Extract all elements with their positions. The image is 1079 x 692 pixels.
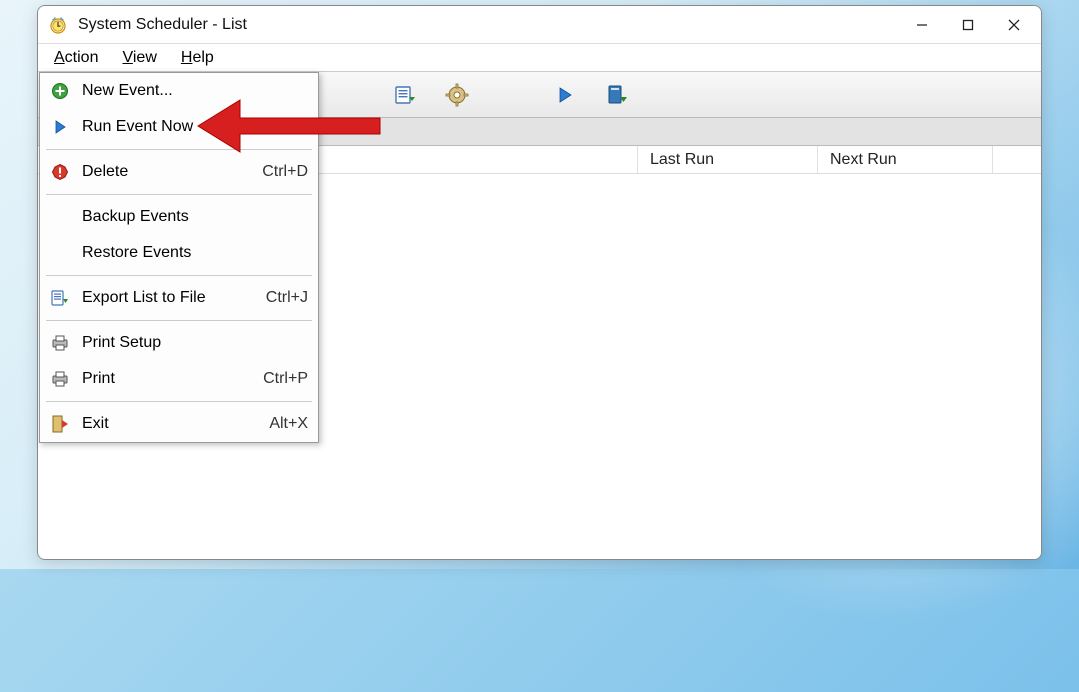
menu-print-setup-label: Print Setup — [82, 334, 308, 352]
menu-print[interactable]: Print Ctrl+P — [40, 361, 318, 397]
menu-print-setup[interactable]: Print Setup — [40, 325, 318, 361]
menu-export[interactable]: Export List to File Ctrl+J — [40, 280, 318, 316]
printer-icon — [48, 331, 72, 355]
menu-action[interactable]: Action — [42, 47, 110, 69]
menu-view[interactable]: View — [110, 47, 168, 69]
menu-exit-label: Exit — [82, 415, 257, 433]
menu-run-event[interactable]: Run Event Now Ctrl+R — [40, 109, 318, 145]
action-dropdown-menu: New Event... Run Event Now Ctrl+R Delete… — [39, 72, 319, 443]
window-controls — [899, 9, 1037, 41]
column-end[interactable] — [993, 146, 1041, 173]
menu-backup-label: Backup Events — [82, 208, 308, 226]
menu-restore[interactable]: Restore Events — [40, 235, 318, 271]
clock-app-icon — [48, 15, 68, 35]
menu-print-label: Print — [82, 370, 251, 388]
menu-export-label: Export List to File — [82, 289, 254, 307]
menu-print-shortcut: Ctrl+P — [263, 370, 308, 388]
menu-separator — [46, 320, 312, 321]
menu-new-event[interactable]: New Event... — [40, 73, 318, 109]
menu-separator — [46, 194, 312, 195]
column-last-run[interactable]: Last Run — [638, 146, 818, 173]
menu-separator — [46, 401, 312, 402]
delete-icon — [48, 160, 72, 184]
menu-run-event-shortcut: Ctrl+R — [262, 118, 308, 136]
blank-icon — [48, 205, 72, 229]
play-icon[interactable] — [552, 82, 578, 108]
minimize-button[interactable] — [899, 9, 945, 41]
menu-restore-label: Restore Events — [82, 244, 308, 262]
menu-exit[interactable]: Exit Alt+X — [40, 406, 318, 442]
maximize-button[interactable] — [945, 9, 991, 41]
menu-exit-shortcut: Alt+X — [269, 415, 308, 433]
column-next-run[interactable]: Next Run — [818, 146, 993, 173]
export-file-icon — [48, 286, 72, 310]
play-icon — [48, 115, 72, 139]
menu-separator — [46, 275, 312, 276]
menu-bar: Action View Help — [38, 44, 1041, 72]
menu-run-event-label: Run Event Now — [82, 118, 250, 136]
menu-help[interactable]: Help — [169, 47, 226, 69]
menu-new-event-label: New Event... — [82, 82, 296, 100]
menu-delete-shortcut: Ctrl+D — [262, 163, 308, 181]
menu-separator — [46, 149, 312, 150]
book-run-icon[interactable] — [604, 82, 630, 108]
exit-door-icon — [48, 412, 72, 436]
printer-icon — [48, 367, 72, 391]
title-bar: System Scheduler - List — [38, 6, 1041, 44]
export-icon[interactable] — [392, 82, 418, 108]
menu-delete[interactable]: Delete Ctrl+D — [40, 154, 318, 190]
close-button[interactable] — [991, 9, 1037, 41]
blank-icon — [48, 241, 72, 265]
gear-icon[interactable] — [444, 82, 470, 108]
plus-circle-icon — [48, 79, 72, 103]
menu-export-shortcut: Ctrl+J — [266, 289, 308, 307]
menu-delete-label: Delete — [82, 163, 250, 181]
window-title: System Scheduler - List — [78, 16, 899, 34]
menu-backup[interactable]: Backup Events — [40, 199, 318, 235]
